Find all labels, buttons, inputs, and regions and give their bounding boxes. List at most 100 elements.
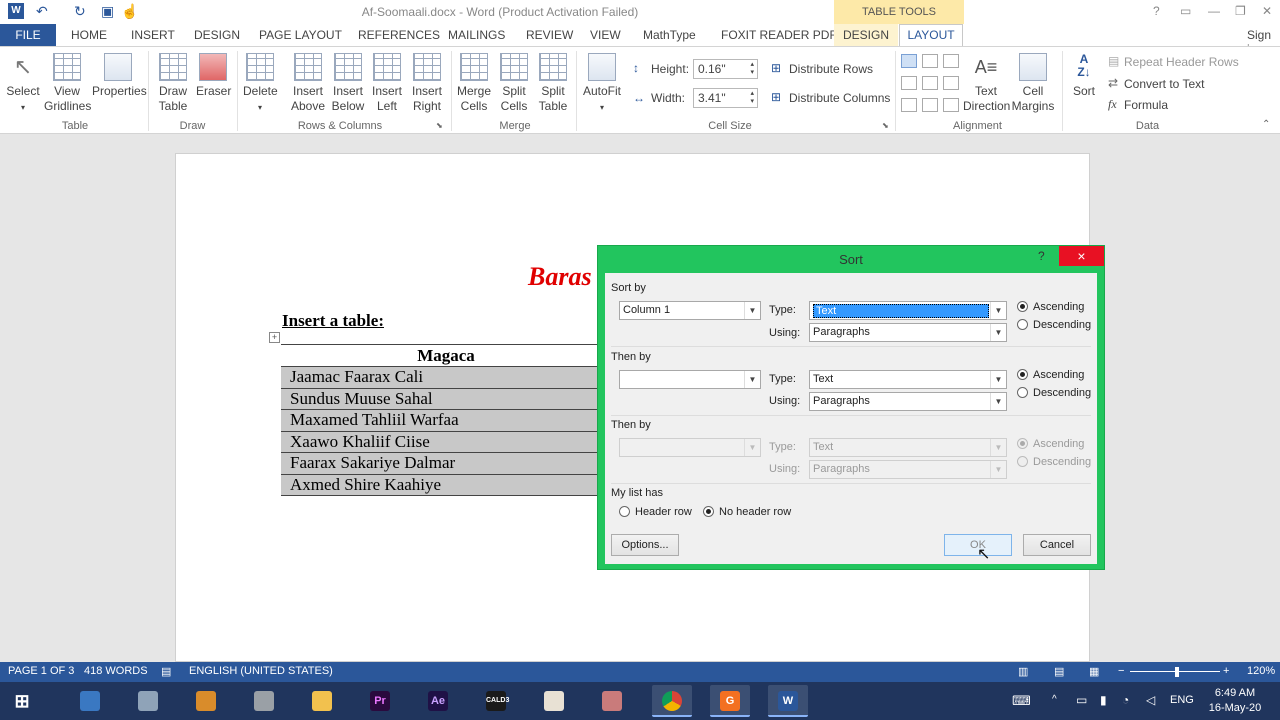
autofit-button[interactable]: AutoFit ▾ <box>582 53 622 115</box>
sort-by-combo[interactable]: Column 1 ▼ <box>619 301 761 320</box>
taskbar-paint[interactable] <box>534 685 574 717</box>
properties-button[interactable]: Properties <box>92 53 147 99</box>
taskbar-word[interactable]: W <box>768 685 808 717</box>
then-by2-combo[interactable]: ▼ <box>619 438 761 457</box>
text-direction-button[interactable]: A≡ Text Direction <box>963 53 1010 114</box>
taskbar-app-1[interactable] <box>70 685 110 717</box>
delete-button[interactable]: Delete ▾ <box>243 53 278 115</box>
align-bottom-left-icon[interactable] <box>901 98 917 112</box>
ascending3-radio[interactable] <box>1017 438 1028 449</box>
insert-right-button[interactable]: Insert Right <box>409 53 445 114</box>
proofing-icon[interactable]: ▤ <box>161 665 171 678</box>
using1-combo[interactable]: Paragraphs ▼ <box>809 323 1007 342</box>
split-table-button[interactable]: Split Table <box>537 53 569 114</box>
input-language[interactable]: ENG <box>1170 694 1194 706</box>
rows-columns-launcher-icon[interactable]: ⬊ <box>436 121 443 130</box>
table-cell[interactable]: Maxamed Tahliil Warfaa <box>281 409 611 432</box>
align-center-icon[interactable] <box>922 76 938 90</box>
taskbar-foxit[interactable]: G <box>710 685 750 717</box>
taskbar-app-3[interactable] <box>186 685 226 717</box>
descending2-radio[interactable] <box>1017 387 1028 398</box>
insert-below-button[interactable]: Insert Below <box>330 53 366 114</box>
align-center-left-icon[interactable] <box>901 76 917 90</box>
table-cell[interactable]: Xaawo Khaliif Ciise <box>281 431 611 453</box>
ascending1-radio[interactable] <box>1017 301 1028 312</box>
select-button[interactable]: ↖ Select ▾ <box>5 53 41 115</box>
document-table[interactable]: Magaca Jaamac Faarax Cali Sundus Muuse S… <box>281 344 611 496</box>
eraser-button[interactable]: Eraser <box>196 53 231 99</box>
type1-combo[interactable]: Text ▼ <box>809 301 1007 320</box>
tab-home[interactable]: HOME <box>71 28 107 42</box>
align-bottom-center-icon[interactable] <box>922 98 938 112</box>
cell-size-launcher-icon[interactable]: ⬊ <box>882 121 889 130</box>
table-cell[interactable]: Axmed Shire Kaahiye <box>281 474 611 496</box>
taskbar-app-2[interactable] <box>128 685 168 717</box>
table-row[interactable]: Faarax Sakariye Dalmar <box>281 452 611 475</box>
sort-button[interactable]: A Z↓ Sort <box>1068 53 1100 99</box>
table-header-cell[interactable]: Magaca <box>281 344 611 367</box>
header-row-radio[interactable] <box>619 506 630 517</box>
width-input[interactable]: 3.41" ▴ ▾ <box>693 88 758 108</box>
type2-combo[interactable]: Text ▼ <box>809 370 1007 389</box>
ascending2-radio[interactable] <box>1017 369 1028 380</box>
table-row[interactable]: Sundus Muuse Sahal <box>281 388 611 410</box>
table-row[interactable]: Jaamac Faarax Cali <box>281 366 611 389</box>
ascending2-label[interactable]: Ascending <box>1033 369 1084 381</box>
clock[interactable]: 6:49 AM 16-May-20 <box>1200 686 1270 716</box>
ascending1-label[interactable]: Ascending <box>1033 301 1084 313</box>
web-layout-icon[interactable]: ▦ <box>1089 665 1099 678</box>
dialog-help-button[interactable]: ? <box>1038 249 1045 263</box>
table-move-handle-icon[interactable]: + <box>269 332 280 343</box>
cell-margins-button[interactable]: Cell Margins <box>1011 53 1055 114</box>
word-count[interactable]: 418 WORDS <box>84 665 148 677</box>
no-header-row-label[interactable]: No header row <box>719 506 791 518</box>
zoom-level[interactable]: 120% <box>1247 665 1275 677</box>
action-center-icon[interactable]: ▭ <box>1076 693 1087 707</box>
split-cells-button[interactable]: Split Cells <box>498 53 530 114</box>
distribute-columns-button[interactable]: Distribute Columns <box>789 91 890 105</box>
taskbar-app-8[interactable]: CALD3 <box>476 685 516 717</box>
table-cell[interactable]: Faarax Sakariye Dalmar <box>281 452 611 475</box>
insert-above-button[interactable]: Insert Above <box>290 53 326 114</box>
using2-combo[interactable]: Paragraphs ▼ <box>809 392 1007 411</box>
align-bottom-right-icon[interactable] <box>943 98 959 112</box>
align-top-right-icon[interactable] <box>943 54 959 68</box>
type3-combo[interactable]: Text ▼ <box>809 438 1007 457</box>
table-row[interactable]: Xaawo Khaliif Ciise <box>281 431 611 453</box>
table-row[interactable]: Maxamed Tahliil Warfaa <box>281 409 611 432</box>
tab-table-design[interactable]: DESIGN <box>834 24 898 46</box>
tab-page-layout[interactable]: PAGE LAYOUT <box>259 28 342 42</box>
formula-button[interactable]: Formula <box>1124 98 1168 112</box>
taskbar-app-10[interactable] <box>592 685 632 717</box>
language-status[interactable]: ENGLISH (UNITED STATES) <box>189 665 333 677</box>
options-button[interactable]: Options... <box>611 534 679 556</box>
start-button[interactable]: ⊞ <box>2 685 42 717</box>
minimize-icon[interactable]: — <box>1208 4 1220 18</box>
zoom-in-icon[interactable]: + <box>1223 665 1229 677</box>
close-window-icon[interactable]: ✕ <box>1262 4 1272 18</box>
help-icon[interactable]: ? <box>1153 4 1160 18</box>
battery-icon[interactable]: ▮ <box>1100 693 1107 707</box>
then-by1-combo[interactable]: ▼ <box>619 370 761 389</box>
taskbar-chrome[interactable] <box>652 685 692 717</box>
view-gridlines-button[interactable]: View Gridlines <box>44 53 91 114</box>
using3-combo[interactable]: Paragraphs ▼ <box>809 460 1007 479</box>
tray-arrow-icon[interactable]: ^ <box>1052 694 1057 705</box>
dialog-close-button[interactable]: × <box>1059 246 1104 266</box>
tab-references[interactable]: REFERENCES <box>358 28 440 42</box>
distribute-rows-button[interactable]: Distribute Rows <box>789 62 873 76</box>
print-layout-icon[interactable]: ▤ <box>1054 665 1064 678</box>
draw-table-button[interactable]: Draw Table <box>155 53 191 114</box>
page-count[interactable]: PAGE 1 OF 3 <box>8 665 74 677</box>
descending1-radio[interactable] <box>1017 319 1028 330</box>
insert-left-button[interactable]: Insert Left <box>370 53 404 114</box>
taskbar-app-4[interactable] <box>244 685 284 717</box>
zoom-slider-thumb[interactable] <box>1175 667 1179 677</box>
tab-mathtype[interactable]: MathType <box>643 28 696 42</box>
ribbon-options-icon[interactable]: ▭ <box>1180 4 1191 18</box>
merge-cells-button[interactable]: Merge Cells <box>457 53 491 114</box>
collapse-ribbon-icon[interactable]: ⌃ <box>1262 119 1270 130</box>
zoom-out-icon[interactable]: − <box>1118 665 1124 677</box>
tab-review[interactable]: REVIEW <box>526 28 573 42</box>
header-row-label[interactable]: Header row <box>635 506 692 518</box>
